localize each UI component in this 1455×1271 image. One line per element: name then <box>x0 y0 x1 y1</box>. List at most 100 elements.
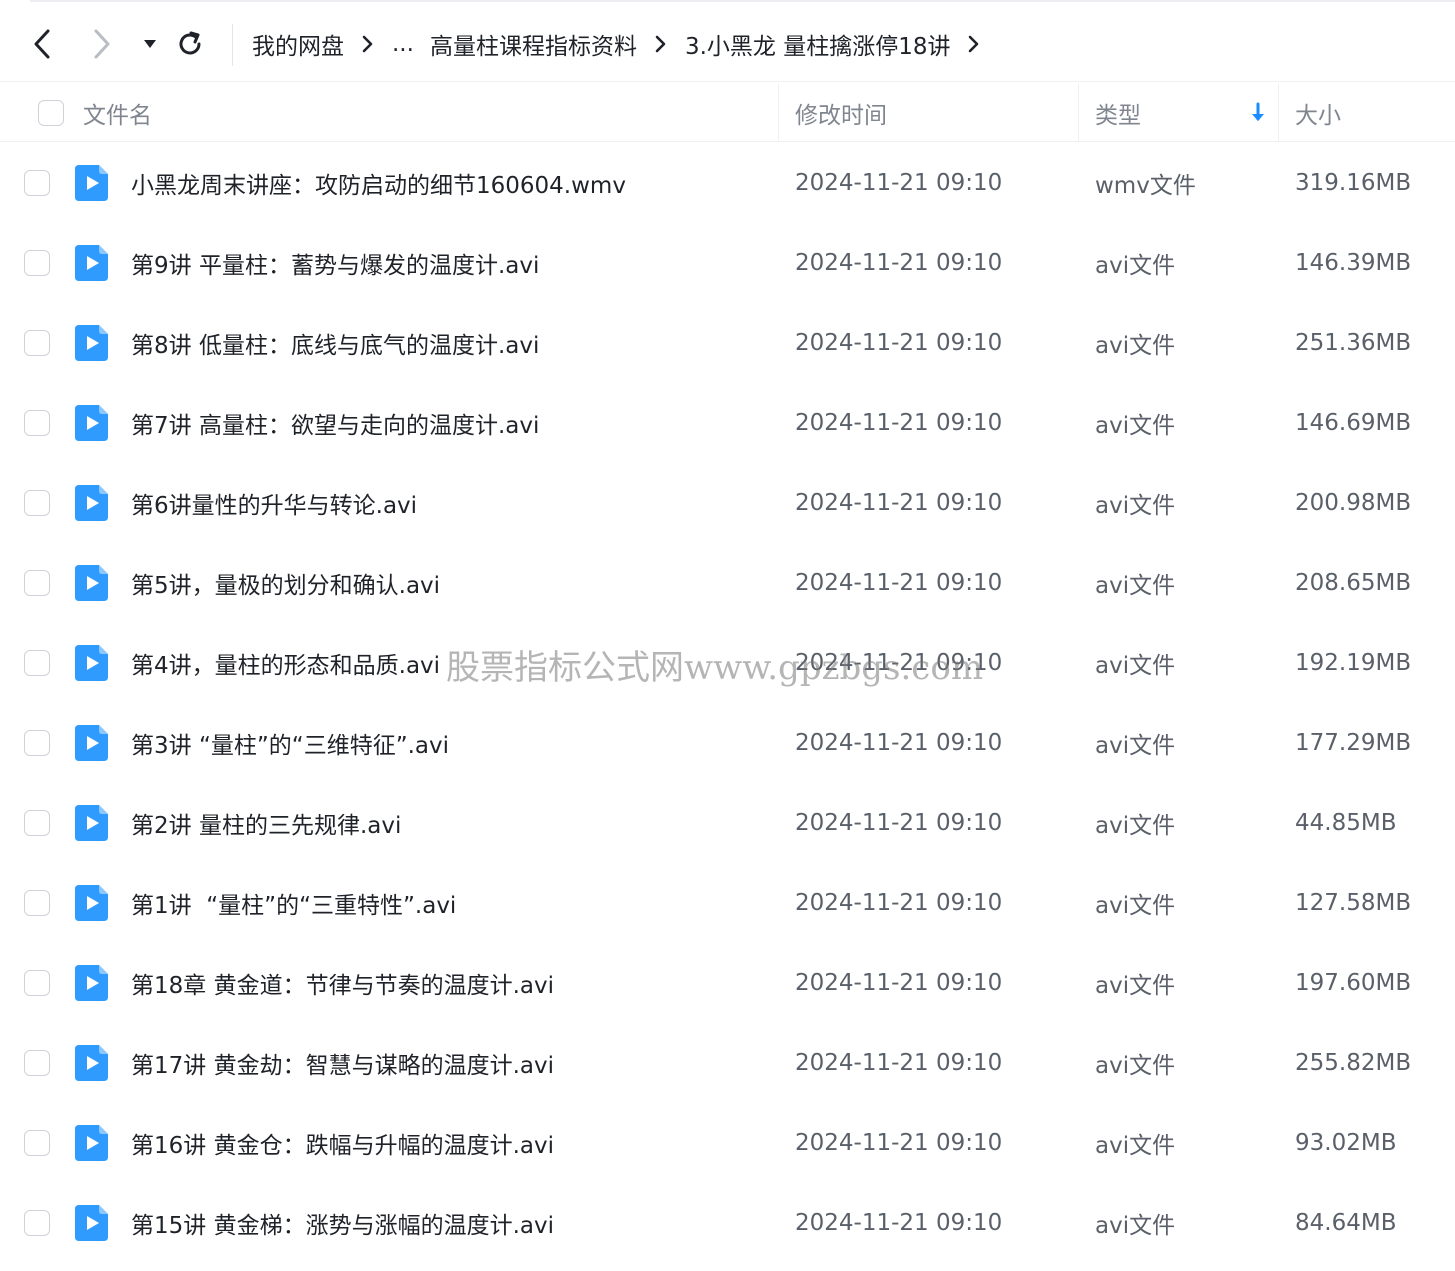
refresh-button[interactable] <box>172 26 208 62</box>
file-modified: 2024-11-21 09:10 <box>795 330 1003 356</box>
file-modified: 2024-11-21 09:10 <box>795 1130 1003 1156</box>
file-size: 177.29MB <box>1295 730 1412 756</box>
chevron-left-icon <box>34 29 50 59</box>
select-all-checkbox[interactable] <box>38 100 64 126</box>
table-row[interactable]: 第3讲 “量柱”的“三维特征”.avi 2024-11-21 09:10 avi文件… <box>0 703 1455 783</box>
video-file-icon <box>75 1045 108 1081</box>
table-row[interactable]: 第16讲 黄金仓：跌幅与升幅的温度计.avi 2024-11-21 09:10 av… <box>0 1103 1455 1183</box>
video-file-icon <box>75 565 108 601</box>
video-file-icon <box>75 1205 108 1241</box>
file-name[interactable]: 第17讲 黄金劫：智慧与谋略的温度计.avi <box>131 1023 554 1103</box>
breadcrumb-ellipsis[interactable]: ... <box>392 31 414 57</box>
row-checkbox[interactable] <box>24 890 50 916</box>
history-dropdown-button[interactable] <box>132 26 168 62</box>
table-row[interactable]: 第8讲 低量柱：底线与底气的温度计.avi 2024-11-21 09:10 avi… <box>0 303 1455 383</box>
file-name[interactable]: 第5讲，量极的划分和确认.avi <box>131 543 440 623</box>
table-row[interactable]: 第17讲 黄金劫：智慧与谋略的温度计.avi 2024-11-21 09:10 av… <box>0 1023 1455 1103</box>
file-name[interactable]: 小黑龙周末讲座：攻防启动的细节160604.wmv <box>131 143 626 223</box>
table-row[interactable]: 第7讲 高量柱：欲望与走向的温度计.avi 2024-11-21 09:10 avi… <box>0 383 1455 463</box>
file-size: 197.60MB <box>1295 970 1412 996</box>
file-type: avi文件 <box>1095 573 1176 599</box>
row-checkbox[interactable] <box>24 170 50 196</box>
chevron-right-icon <box>655 34 667 54</box>
chevron-right-icon <box>94 29 110 59</box>
file-modified: 2024-11-21 09:10 <box>795 810 1003 836</box>
video-file-icon <box>75 1125 108 1161</box>
file-name[interactable]: 第2讲 量柱的三先规律.avi <box>131 783 401 863</box>
file-type: avi文件 <box>1095 813 1176 839</box>
row-checkbox[interactable] <box>24 730 50 756</box>
row-checkbox[interactable] <box>24 410 50 436</box>
breadcrumb-parent-folder[interactable]: 高量柱课程指标资料 <box>430 27 637 61</box>
file-name[interactable]: 第16讲 黄金仓：跌幅与升幅的温度计.avi <box>131 1103 554 1183</box>
file-name[interactable]: 第3讲 “量柱”的“三维特征”.avi <box>131 703 449 783</box>
file-modified: 2024-11-21 09:10 <box>795 1050 1003 1076</box>
column-header-type[interactable]: 类型 <box>1095 84 1141 142</box>
file-name[interactable]: 第4讲，量柱的形态和品质.avi <box>131 623 440 703</box>
video-file-icon <box>75 405 108 441</box>
file-size: 146.69MB <box>1295 410 1412 436</box>
column-header-modified[interactable]: 修改时间 <box>795 84 887 142</box>
refresh-icon <box>179 31 201 55</box>
file-type: avi文件 <box>1095 1213 1176 1239</box>
table-row[interactable]: 第6讲量性的升华与转论.avi 2024-11-21 09:10 avi文件 200.… <box>0 463 1455 543</box>
file-name[interactable]: 第15讲 黄金梯：涨势与涨幅的温度计.avi <box>131 1183 554 1263</box>
caret-down-icon <box>144 40 156 48</box>
row-checkbox[interactable] <box>24 570 50 596</box>
row-checkbox[interactable] <box>24 810 50 836</box>
row-checkbox[interactable] <box>24 490 50 516</box>
table-row[interactable]: 小黑龙周末讲座：攻防启动的细节160604.wmv 2024-11-21 09:1… <box>0 143 1455 223</box>
top-divider <box>30 0 1455 2</box>
breadcrumb-current-folder[interactable]: 3.小黑龙 量柱擒涨停18讲 <box>685 27 951 61</box>
file-size: 84.64MB <box>1295 1210 1397 1236</box>
file-size: 93.02MB <box>1295 1130 1397 1156</box>
column-divider[interactable] <box>1278 84 1279 142</box>
row-checkbox[interactable] <box>24 1050 50 1076</box>
table-row[interactable]: 第2讲 量柱的三先规律.avi 2024-11-21 09:10 avi文件 44.8… <box>0 783 1455 863</box>
file-name[interactable]: 第7讲 高量柱：欲望与走向的温度计.avi <box>131 383 539 463</box>
file-name[interactable]: 第9讲 平量柱：蓄势与爆发的温度计.avi <box>131 223 539 303</box>
file-type: avi文件 <box>1095 1133 1176 1159</box>
file-name[interactable]: 第1讲 “量柱”的“三重特性”.avi <box>131 863 456 943</box>
file-type: avi文件 <box>1095 333 1176 359</box>
breadcrumb-root[interactable]: 我的网盘 <box>252 27 344 61</box>
toolbar-divider <box>232 24 233 66</box>
back-button[interactable] <box>24 26 60 62</box>
column-header-size[interactable]: 大小 <box>1295 84 1341 142</box>
video-file-icon <box>75 885 108 921</box>
video-file-icon <box>75 485 108 521</box>
file-modified: 2024-11-21 09:10 <box>795 170 1003 196</box>
column-divider[interactable] <box>1078 84 1079 142</box>
file-name[interactable]: 第18章 黄金道：节律与节奏的温度计.avi <box>131 943 554 1023</box>
table-row[interactable]: 第1讲 “量柱”的“三重特性”.avi 2024-11-21 09:10 avi文件… <box>0 863 1455 943</box>
row-checkbox[interactable] <box>24 1130 50 1156</box>
file-type: avi文件 <box>1095 973 1176 999</box>
sort-down-arrow-icon[interactable] <box>1250 102 1266 124</box>
file-modified: 2024-11-21 09:10 <box>795 970 1003 996</box>
table-row[interactable]: 第15讲 黄金梯：涨势与涨幅的温度计.avi 2024-11-21 09:10 av… <box>0 1183 1455 1263</box>
file-type: avi文件 <box>1095 893 1176 919</box>
column-divider[interactable] <box>778 84 779 142</box>
table-row[interactable]: 第9讲 平量柱：蓄势与爆发的温度计.avi 2024-11-21 09:10 avi… <box>0 223 1455 303</box>
video-file-icon <box>75 805 108 841</box>
file-name[interactable]: 第6讲量性的升华与转论.avi <box>131 463 417 543</box>
row-checkbox[interactable] <box>24 330 50 356</box>
table-row[interactable]: 第5讲，量极的划分和确认.avi 2024-11-21 09:10 avi文件 208… <box>0 543 1455 623</box>
file-modified: 2024-11-21 09:10 <box>795 410 1003 436</box>
table-row[interactable]: 第4讲，量柱的形态和品质.avi 2024-11-21 09:10 avi文件 192… <box>0 623 1455 703</box>
file-name[interactable]: 第8讲 低量柱：底线与底气的温度计.avi <box>131 303 539 383</box>
column-header-name[interactable]: 文件名 <box>83 84 152 142</box>
row-checkbox[interactable] <box>24 250 50 276</box>
row-checkbox[interactable] <box>24 970 50 996</box>
row-checkbox[interactable] <box>24 650 50 676</box>
file-size: 44.85MB <box>1295 810 1397 836</box>
chevron-right-icon[interactable] <box>968 34 980 54</box>
file-type: wmv文件 <box>1095 173 1196 199</box>
table-row[interactable]: 第18章 黄金道：节律与节奏的温度计.avi 2024-11-21 09:10 av… <box>0 943 1455 1023</box>
video-file-icon <box>75 325 108 361</box>
video-file-icon <box>75 245 108 281</box>
video-file-icon <box>75 965 108 1001</box>
forward-button[interactable] <box>84 26 120 62</box>
file-type: avi文件 <box>1095 1053 1176 1079</box>
row-checkbox[interactable] <box>24 1210 50 1236</box>
